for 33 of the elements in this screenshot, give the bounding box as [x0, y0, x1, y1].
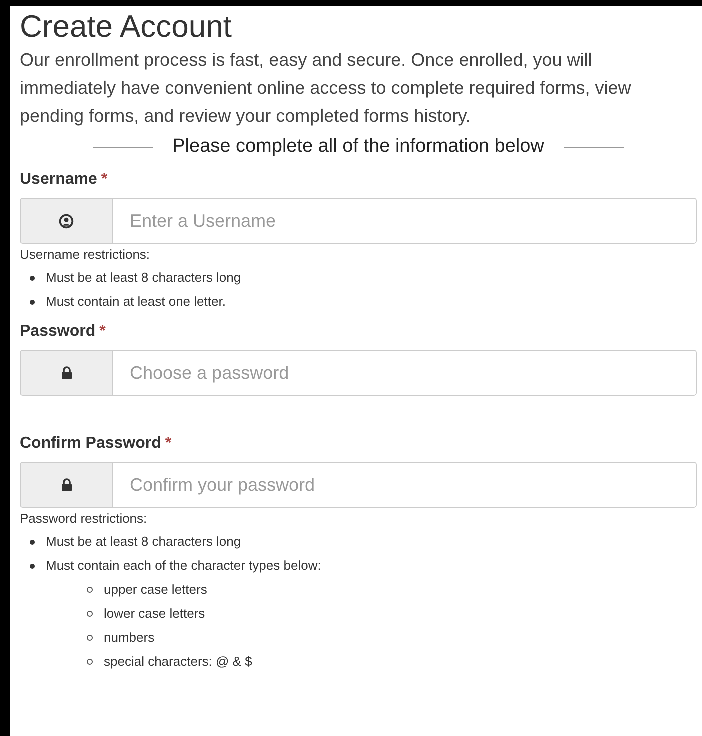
lock-icon [60, 366, 72, 380]
bullet-icon [30, 300, 35, 304]
bullet-icon [87, 611, 93, 617]
bullet-icon [30, 540, 35, 544]
input-field[interactable]: Enter a Username [20, 198, 697, 244]
bullet-icon [30, 564, 35, 568]
required-mark: * [100, 322, 106, 342]
field-label: Password [20, 322, 96, 342]
required-mark: * [165, 434, 172, 454]
field-label: Username [20, 170, 98, 190]
lock-icon [60, 478, 72, 492]
bullet-icon [87, 587, 93, 593]
page-title: Create Account [20, 8, 233, 46]
restriction-item: numbers [104, 629, 155, 647]
input-field[interactable]: Confirm your password [20, 462, 697, 508]
restriction-item: Must contain at least one letter. [46, 293, 226, 311]
bullet-icon [87, 659, 93, 665]
restriction-item: Must be at least 8 characters long [46, 269, 242, 287]
user-icon [59, 214, 74, 228]
restrictions-title: Username restrictions: [20, 246, 152, 264]
bullet-icon [87, 635, 93, 641]
required-mark: * [101, 170, 108, 190]
section-heading: Please complete all of the information below [172, 135, 544, 159]
restriction-item: Must be at least 8 characters long [46, 533, 242, 551]
input-field[interactable]: Choose a password [20, 350, 697, 396]
field-label: Confirm Password [20, 434, 162, 454]
restriction-item: Must contain each of the character types below: [46, 557, 322, 575]
restrictions-title: Password restrictions: [20, 510, 148, 528]
intro-text: Our enrollment process is fast, easy and secure. Once enrolled, you will immediately have convenient online access to complete required forms, view pending forms, and review your completed forms history. [20, 49, 632, 128]
restriction-item: lower case letters [104, 605, 206, 623]
bullet-icon [30, 276, 35, 280]
restriction-item: upper case letters [104, 581, 208, 599]
restriction-item: special characters: @ & $ [104, 653, 252, 671]
